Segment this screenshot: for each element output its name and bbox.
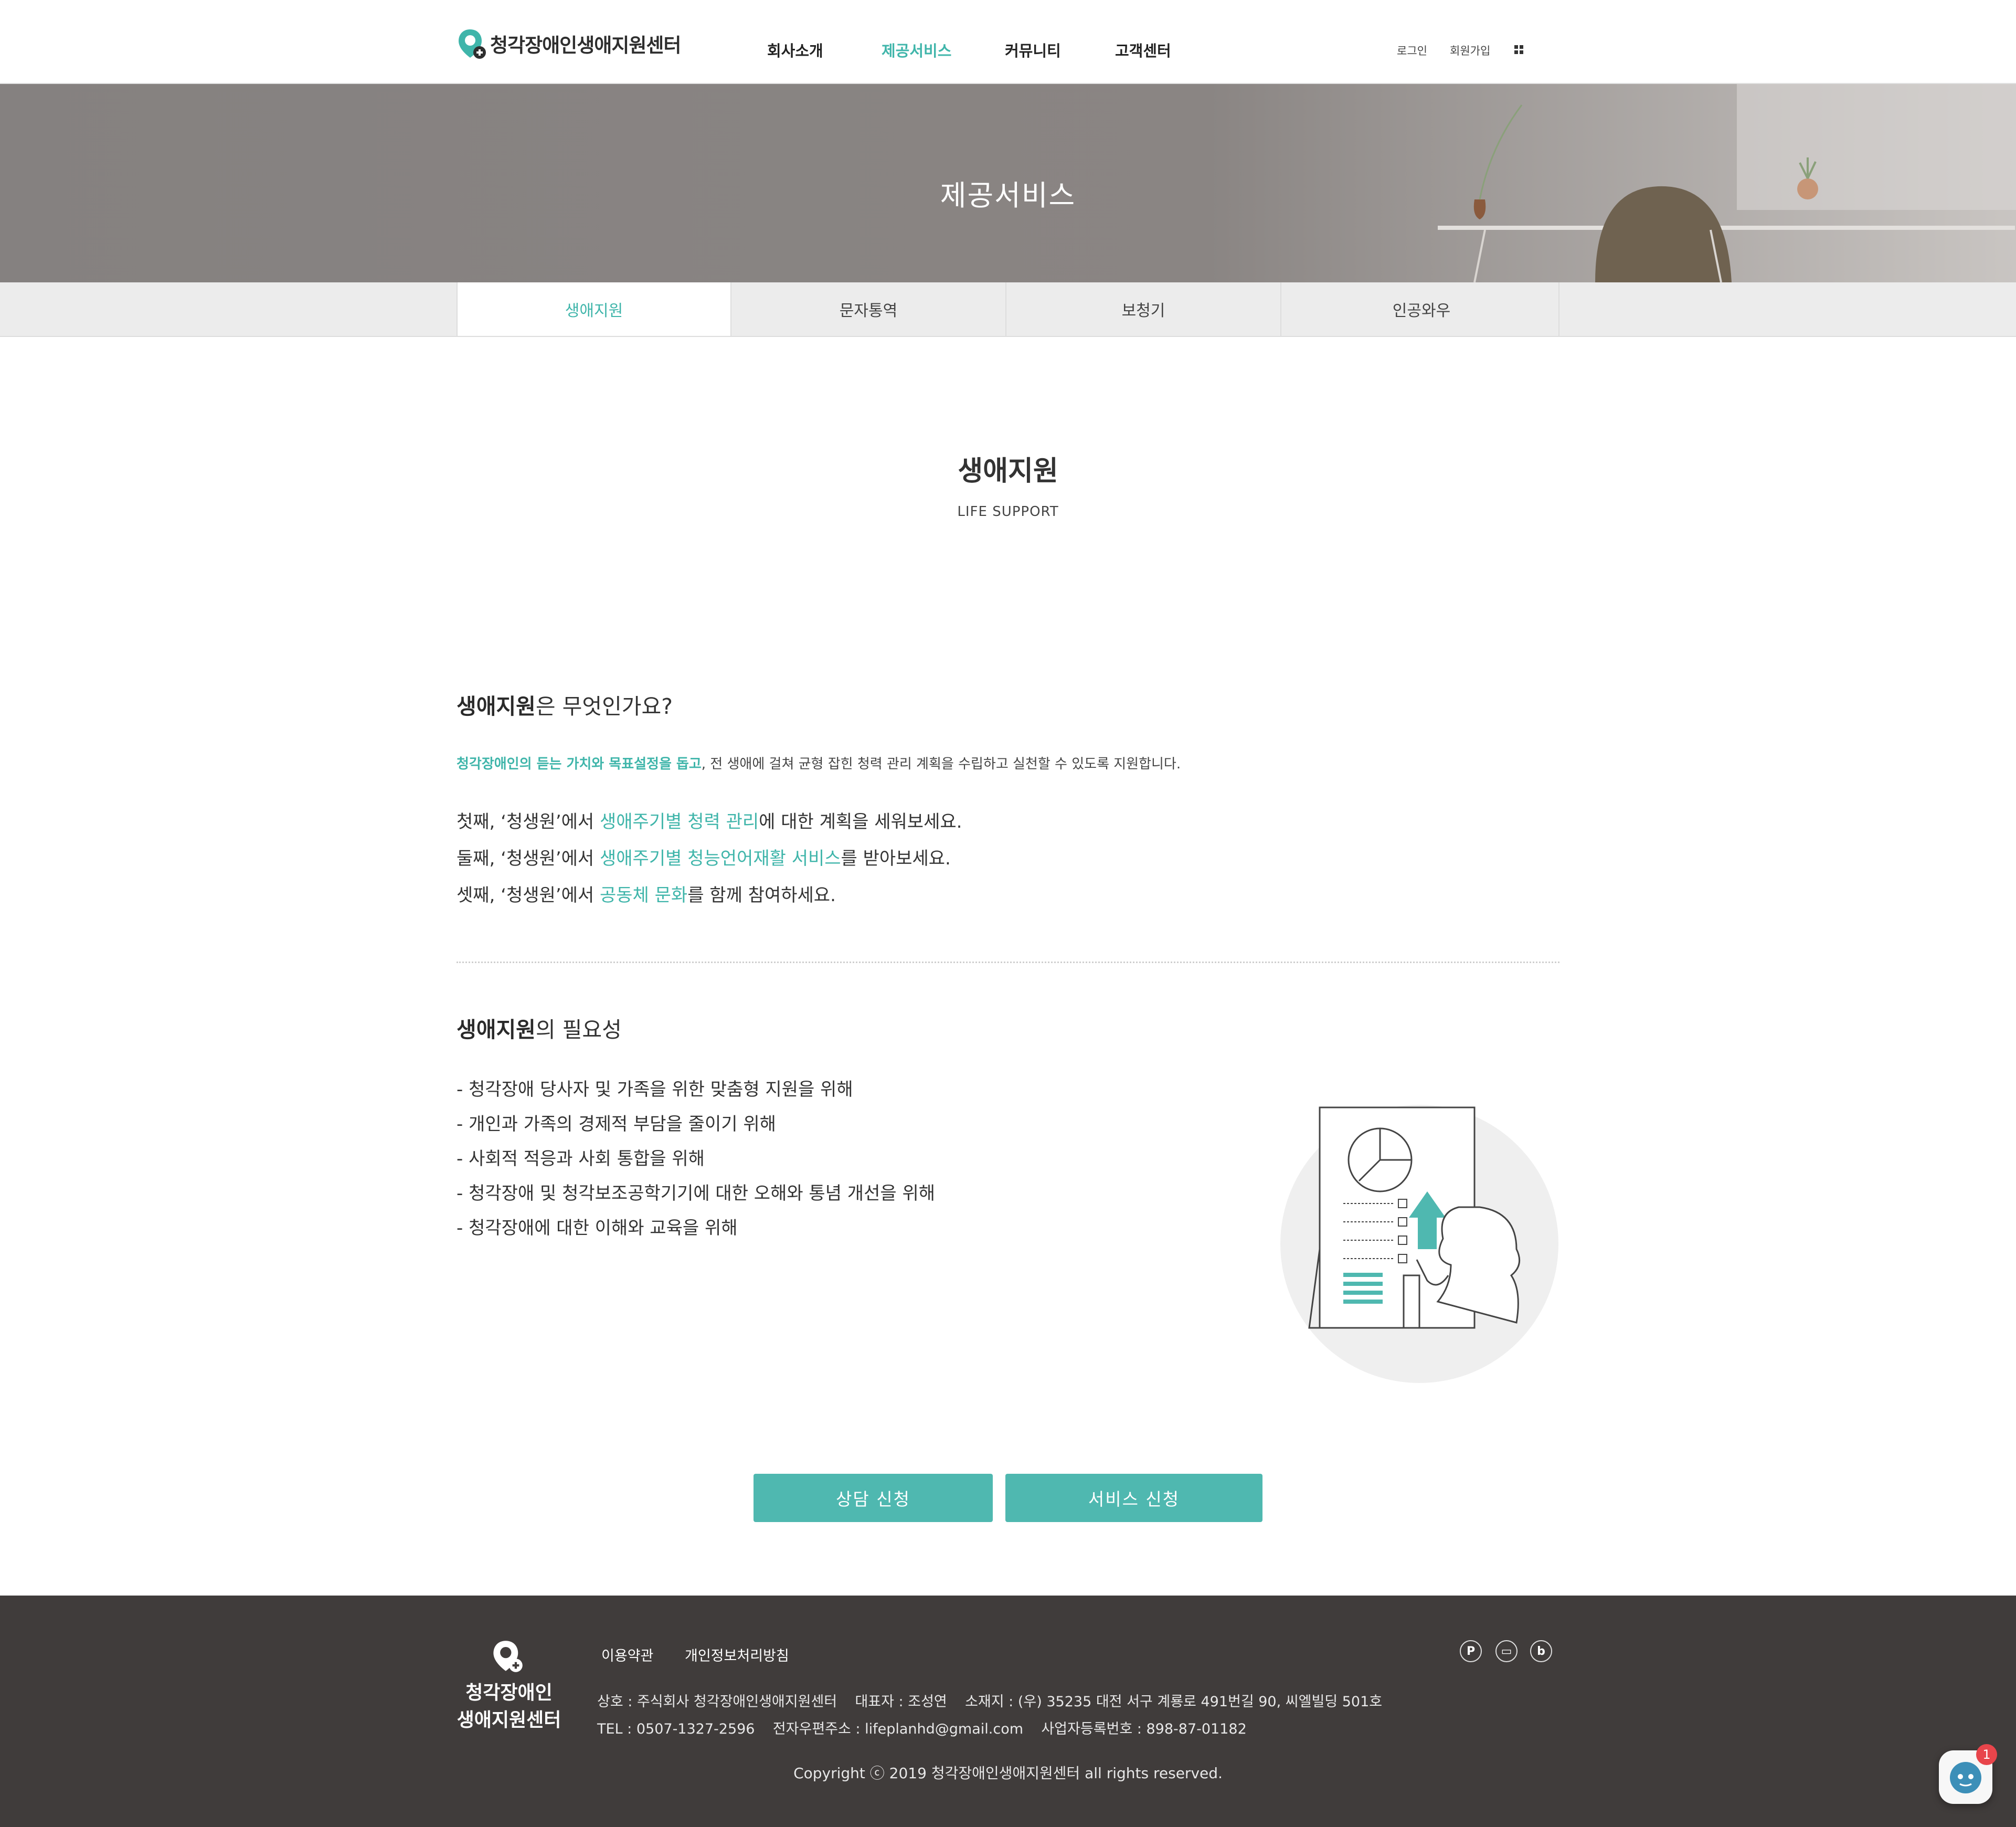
tab-life-support[interactable]: 생애지원	[457, 282, 731, 336]
tab-cochlear-implant[interactable]: 인공와우	[1285, 282, 1559, 336]
company-info-line-2: TEL : 0507-1327-2596 전자우편주소 : lifeplanhd…	[597, 1721, 1247, 1737]
site-footer	[0, 1596, 2016, 1827]
line-text: 첫째, ‘청생원’에서	[457, 811, 600, 832]
naver-blog-icon[interactable]: b	[1530, 1640, 1552, 1662]
join-link[interactable]: 회원가입	[1450, 43, 1490, 58]
line-text: 를 함께 참여하세요.	[687, 885, 836, 906]
need-heading-rest: 의 필요성	[535, 1017, 622, 1042]
privacy-policy-link[interactable]: 개인정보처리방침	[685, 1644, 789, 1665]
line-highlight: 생애주기별 청력 관리	[600, 811, 759, 832]
site-logo[interactable]: 청각장애인생애지원센터	[457, 27, 681, 60]
sitemap-grid-icon[interactable]	[1514, 45, 1524, 55]
nav-community[interactable]: 커뮤니티	[1005, 39, 1061, 61]
line-highlight: 공동체 문화	[600, 885, 688, 906]
login-link[interactable]: 로그인	[1397, 43, 1427, 58]
footer-logo-icon	[493, 1641, 523, 1672]
logo-text: 청각장애인생애지원센터	[490, 34, 681, 57]
terms-link[interactable]: 이용약관	[601, 1644, 653, 1665]
footer-logo-line: 생애지원센터	[457, 1709, 561, 1731]
nav-services[interactable]: 제공서비스	[882, 39, 951, 61]
line-text: 를 받아보세요.	[841, 848, 951, 869]
need-item: - 청각장애 및 청각보조공학기기에 대한 오해와 통념 개선을 위해	[457, 1183, 936, 1204]
footer-logo-line: 청각장애인	[465, 1682, 553, 1704]
what-heading-bold: 생애지원	[457, 694, 536, 719]
section-title: 생애지원	[958, 456, 1058, 487]
need-item: - 사회적 적응과 사회 통합을 위해	[457, 1148, 705, 1169]
what-heading-rest: 은 무엇인가요?	[535, 694, 673, 719]
what-intro: 청각장애인의 듣는 가치와 목표설정을 돕고, 전 생애에 걸쳐 균형 잡힌 청…	[457, 753, 1181, 773]
line-highlight: 생애주기별 청능언어재활 서비스	[600, 848, 841, 869]
need-item: - 개인과 가족의 경제적 부담을 줄이기 위해	[457, 1114, 776, 1135]
tab-text-interpretation[interactable]: 문자통역	[731, 282, 1006, 336]
what-line-3: 셋째, ‘청생원’에서 공동체 문화를 함께 참여하세요.	[457, 881, 836, 906]
footer-logo-text: 청각장애인 생애지원센터	[446, 1680, 572, 1734]
consult-request-button[interactable]: 상담 신청	[754, 1474, 993, 1522]
naver-post-icon[interactable]: P	[1460, 1640, 1482, 1662]
line-text: 셋째, ‘청생원’에서	[457, 885, 600, 906]
what-heading: 생애지원은 무엇인가요?	[457, 689, 673, 720]
intro-highlight: 청각장애인의 듣는 가치와 목표설정을 돕고	[457, 756, 702, 772]
need-item: - 청각장애 당사자 및 가족을 위한 맞춤형 지원을 위해	[457, 1079, 853, 1100]
need-item: - 청각장애에 대한 이해와 교육을 위해	[457, 1218, 738, 1239]
hero-title: 제공서비스	[940, 179, 1076, 212]
need-heading: 생애지원의 필요성	[457, 1012, 622, 1043]
section-subtitle: LIFE SUPPORT	[957, 504, 1059, 520]
line-text: 둘째, ‘청생원’에서	[457, 848, 600, 869]
tab-hearing-aid[interactable]: 보청기	[1006, 282, 1281, 336]
what-line-1: 첫째, ‘청생원’에서 생애주기별 청력 관리에 대한 계획을 세워보세요.	[457, 807, 962, 833]
service-request-button[interactable]: 서비스 신청	[1005, 1474, 1262, 1522]
nav-support[interactable]: 고객센터	[1115, 39, 1171, 61]
report-illustration	[1280, 1105, 1558, 1383]
what-line-2: 둘째, ‘청생원’에서 생애주기별 청능언어재활 서비스를 받아보세요.	[457, 844, 951, 870]
copyright-text: Copyright ⓒ 2019 청각장애인생애지원센터 all rights …	[793, 1765, 1223, 1782]
need-heading-bold: 생애지원	[457, 1017, 536, 1042]
line-text: 에 대한 계획을 세워보세요.	[759, 811, 962, 832]
intro-rest: , 전 생애에 걸쳐 균형 잡힌 청력 관리 계획을 수립하고 실천할 수 있도…	[701, 756, 1181, 772]
blog-chat-icon[interactable]: ▭	[1495, 1640, 1518, 1662]
logo-pin-icon	[459, 29, 486, 59]
chat-notification-badge: 1	[1976, 1744, 1997, 1765]
nav-company[interactable]: 회사소개	[767, 39, 823, 61]
company-info-line-1: 상호 : 주식회사 청각장애인생애지원센터 대표자 : 조성연 소재지 : (우…	[597, 1694, 1383, 1710]
section-divider	[457, 962, 1559, 963]
